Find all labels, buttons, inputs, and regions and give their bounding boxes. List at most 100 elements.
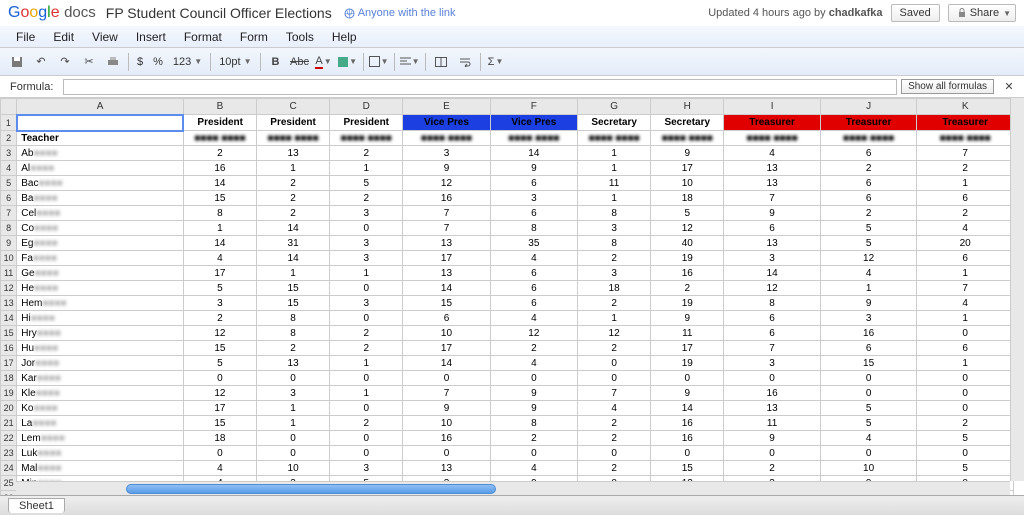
cell[interactable]: ■■■■ ■■■■ — [257, 131, 330, 146]
cell[interactable]: 6 — [820, 191, 917, 206]
cell[interactable]: 3 — [724, 251, 821, 266]
cell[interactable]: 4 — [917, 221, 1014, 236]
cell[interactable]: 17 — [183, 401, 256, 416]
row-header[interactable]: 23 — [1, 446, 17, 461]
cell[interactable]: 7 — [917, 281, 1014, 296]
cell[interactable]: 0 — [330, 281, 403, 296]
cell[interactable]: 12 — [403, 176, 490, 191]
cell[interactable]: 3 — [490, 191, 577, 206]
cell[interactable]: 9 — [724, 431, 821, 446]
cell[interactable]: 12 — [183, 326, 256, 341]
cell[interactable]: 4 — [490, 311, 577, 326]
cell[interactable]: 35 — [490, 236, 577, 251]
cell[interactable]: 0 — [820, 386, 917, 401]
cell[interactable]: 14 — [724, 266, 821, 281]
cell[interactable]: 0 — [257, 446, 330, 461]
horizontal-scroll-thumb[interactable] — [126, 484, 496, 494]
cell[interactable]: 4 — [578, 401, 651, 416]
cell[interactable]: 14 — [651, 401, 724, 416]
row-header[interactable]: 1 — [1, 115, 17, 131]
cell[interactable]: President — [257, 115, 330, 131]
cell[interactable]: Eg■■■■ — [17, 236, 184, 251]
cell[interactable]: 6 — [917, 191, 1014, 206]
google-logo[interactable]: Google docs — [8, 4, 96, 22]
cell[interactable]: 3 — [820, 311, 917, 326]
cell[interactable]: 19 — [651, 356, 724, 371]
redo-icon[interactable]: ↷ — [54, 52, 76, 72]
cell[interactable]: 10 — [651, 176, 724, 191]
cell[interactable]: 3 — [257, 386, 330, 401]
cell[interactable]: 3 — [183, 296, 256, 311]
cell[interactable]: 6 — [724, 221, 821, 236]
cell[interactable]: 6 — [490, 206, 577, 221]
row-header[interactable]: 10 — [1, 251, 17, 266]
cell[interactable]: Teacher — [17, 131, 184, 146]
cell[interactable]: 1 — [257, 266, 330, 281]
cell[interactable]: 2 — [490, 341, 577, 356]
menu-edit[interactable]: Edit — [45, 28, 82, 46]
cell[interactable]: 1 — [330, 266, 403, 281]
cell[interactable]: 8 — [183, 206, 256, 221]
cell[interactable]: 2 — [257, 176, 330, 191]
cell[interactable]: 6 — [820, 176, 917, 191]
cell[interactable]: 40 — [651, 236, 724, 251]
cell[interactable]: 0 — [183, 371, 256, 386]
cell[interactable]: 0 — [257, 371, 330, 386]
cell[interactable]: 16 — [403, 191, 490, 206]
cell[interactable]: ■■■■ ■■■■ — [651, 131, 724, 146]
cell[interactable]: 5 — [917, 431, 1014, 446]
col-header-B[interactable]: B — [183, 99, 256, 115]
cell[interactable]: 13 — [403, 266, 490, 281]
row-header[interactable]: 14 — [1, 311, 17, 326]
saved-button[interactable]: Saved — [891, 4, 940, 22]
row-header[interactable]: 24 — [1, 461, 17, 476]
cell[interactable]: 2 — [578, 341, 651, 356]
cell[interactable]: 3 — [330, 461, 403, 476]
cell[interactable]: 1 — [917, 356, 1014, 371]
cell[interactable]: 0 — [578, 371, 651, 386]
cell[interactable]: 7 — [403, 206, 490, 221]
cell[interactable]: 9 — [403, 161, 490, 176]
cell[interactable]: 1 — [257, 161, 330, 176]
cell[interactable]: Ko■■■■ — [17, 401, 184, 416]
cell[interactable]: 5 — [820, 401, 917, 416]
cell[interactable]: 15 — [183, 191, 256, 206]
cell[interactable]: 5 — [183, 281, 256, 296]
cell[interactable]: 2 — [257, 191, 330, 206]
cell[interactable]: 9 — [651, 311, 724, 326]
cell[interactable]: 10 — [403, 326, 490, 341]
cell[interactable]: 3 — [403, 146, 490, 161]
cell[interactable]: 9 — [820, 296, 917, 311]
row-header[interactable]: 16 — [1, 341, 17, 356]
cell[interactable]: 15 — [820, 356, 917, 371]
cell[interactable]: 4 — [820, 431, 917, 446]
cell[interactable]: Bac■■■■ — [17, 176, 184, 191]
cell[interactable]: Al■■■■ — [17, 161, 184, 176]
document-title[interactable]: FP Student Council Officer Elections — [106, 5, 332, 21]
cell[interactable]: 0 — [578, 446, 651, 461]
horizontal-scrollbar[interactable] — [16, 481, 1010, 495]
cell[interactable]: 1 — [578, 191, 651, 206]
cell[interactable]: 16 — [403, 431, 490, 446]
cell[interactable]: 5 — [917, 461, 1014, 476]
cell[interactable]: 0 — [724, 446, 821, 461]
cell[interactable]: Hi■■■■ — [17, 311, 184, 326]
cell[interactable]: 15 — [183, 341, 256, 356]
cell[interactable]: 19 — [651, 296, 724, 311]
cell[interactable]: 0 — [724, 371, 821, 386]
cell[interactable]: 9 — [403, 401, 490, 416]
col-header-G[interactable]: G — [578, 99, 651, 115]
cell[interactable]: 13 — [257, 356, 330, 371]
cell[interactable]: Hem■■■■ — [17, 296, 184, 311]
cell[interactable]: 2 — [330, 191, 403, 206]
cell[interactable]: 0 — [651, 446, 724, 461]
cell[interactable]: 14 — [257, 251, 330, 266]
row-header[interactable]: 11 — [1, 266, 17, 281]
cell[interactable]: 13 — [724, 176, 821, 191]
cell[interactable]: 0 — [330, 401, 403, 416]
cell[interactable]: 13 — [257, 146, 330, 161]
cell[interactable]: 20 — [917, 236, 1014, 251]
cell[interactable]: Secretary — [651, 115, 724, 131]
cell[interactable]: 2 — [183, 146, 256, 161]
cell[interactable]: 8 — [257, 326, 330, 341]
